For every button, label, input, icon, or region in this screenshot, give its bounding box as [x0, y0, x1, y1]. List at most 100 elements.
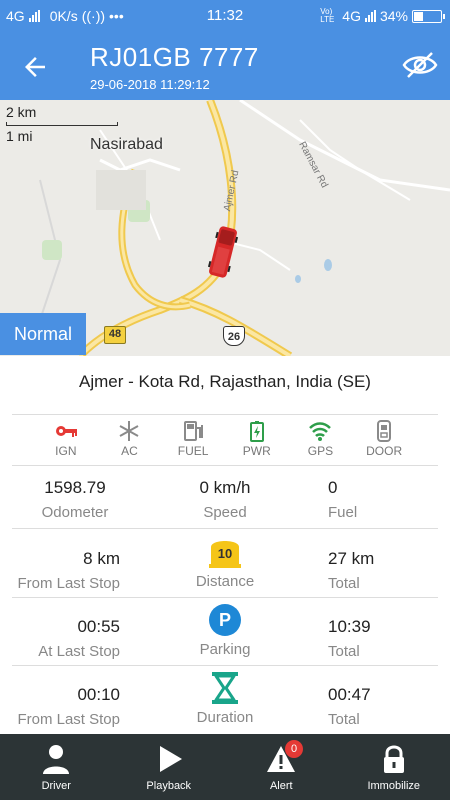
status-bar: 4G 0K/s ((·)) ••• 11:32 Vo) LTE 4G 34%	[0, 0, 450, 32]
metrics-row-1: 1598.79 Odometer 0 km/h Speed 0 Fuel	[0, 478, 450, 542]
metrics-row-3: 00:55 At Last Stop P Parking 10:39 Total	[0, 603, 450, 667]
status-door-label: DOOR	[366, 444, 403, 458]
parking-cell: P Parking	[150, 603, 300, 658]
metrics-row-4: 00:10 From Last Stop Duration 00:47 Tota…	[0, 671, 450, 735]
app-bar: RJ01GB 7777 29-06-2018 11:29:12	[0, 32, 450, 100]
status-icons-row: IGN AC FUEL PWR GPS DOOR	[0, 420, 450, 464]
speed-cell: 0 km/h Speed	[150, 478, 300, 521]
duration-from-last-stop-value: 00:10	[77, 685, 120, 704]
distance-icon-slot: 10	[150, 535, 300, 569]
lock-icon	[383, 745, 404, 773]
battery-icon	[412, 9, 445, 23]
alert-count-badge: 0	[285, 740, 303, 758]
status-gps: GPS	[296, 420, 344, 464]
duration-total-value: 00:47	[328, 685, 371, 704]
distance-label: Distance	[195, 573, 255, 590]
hourglass-icon	[212, 672, 238, 704]
vehicle-number: RJ01GB 7777	[90, 42, 259, 72]
odometer-cell: 1598.79 Odometer	[0, 478, 150, 521]
person-icon	[43, 745, 70, 774]
nav-immobilize[interactable]: Immobilize	[338, 734, 450, 800]
divider-5	[12, 665, 438, 666]
duration-cell: Duration	[150, 671, 300, 726]
place-label: Nasirabad	[90, 136, 163, 153]
parking-icon-slot: P	[150, 603, 300, 637]
snowflake-icon	[119, 421, 139, 441]
metrics-row-2: 8 km From Last Stop 10 Distance 27 km To…	[0, 535, 450, 599]
battery-charging-icon	[249, 421, 264, 442]
nav-alert[interactable]: 0 Alert	[225, 734, 338, 800]
signal-icon-2	[364, 10, 376, 22]
duration-from-last-stop-cell: 00:10 From Last Stop	[0, 685, 150, 728]
highway-shield-48-label: 48	[108, 328, 122, 340]
speed-value: 0 km/h	[199, 478, 251, 497]
distance-total-cell: 27 km Total	[300, 549, 450, 592]
distance-total-label: Total	[328, 575, 360, 592]
parking-total-label: Total	[328, 643, 360, 660]
map-mode-button[interactable]: Normal	[0, 313, 86, 355]
scale-mi: 1 mi	[6, 128, 33, 144]
bottom-navigation: Driver Playback 0 Alert Immobilize	[0, 734, 450, 800]
nav-alert-label: Alert	[269, 780, 293, 792]
map-view[interactable]: 2 km 1 mi Nasirabad Ajmer Rd Ramsar Rd 4…	[0, 100, 450, 356]
status-fuel: FUEL	[169, 420, 217, 464]
divider-4	[12, 597, 438, 598]
highway-shield-26-label: 26	[227, 331, 241, 343]
odometer-10-icon: 10	[209, 541, 241, 568]
play-icon	[159, 746, 182, 772]
odometer-value: 1598.79	[44, 478, 106, 497]
status-door: DOOR	[360, 420, 408, 464]
fuel-value: 0	[328, 478, 338, 497]
vehicle-marker-icon[interactable]	[206, 224, 240, 280]
distance-from-last-stop-value: 8 km	[83, 549, 120, 568]
scale-bar	[6, 122, 118, 126]
status-ac: AC	[105, 420, 153, 464]
distance-icon-text: 10	[218, 546, 232, 561]
distance-total-value: 27 km	[328, 549, 375, 568]
distance-from-last-stop-cell: 8 km From Last Stop	[0, 549, 150, 592]
parking-at-last-stop-label: At Last Stop	[38, 643, 120, 660]
duration-from-last-stop-label: From Last Stop	[17, 711, 120, 728]
nav-playback-label: Playback	[146, 780, 192, 792]
battery-percent: 34%	[379, 8, 408, 24]
car-door-icon	[377, 420, 392, 442]
volte-icon: Vo) LTE	[320, 7, 335, 24]
distance-cell: 10 Distance	[150, 535, 300, 590]
status-ac-label: AC	[121, 444, 138, 458]
status-right: Vo) LTE 4G 34%	[320, 7, 445, 24]
duration-total-label: Total	[328, 711, 360, 728]
parking-icon: P	[209, 604, 241, 636]
divider-3	[12, 528, 438, 529]
last-update-time: 29-06-2018 11:29:12	[90, 77, 210, 92]
nav-driver-label: Driver	[41, 780, 71, 792]
parking-total-cell: 10:39 Total	[300, 617, 450, 660]
fuel-cell: 0 Fuel	[300, 478, 450, 521]
back-arrow-icon[interactable]	[20, 52, 50, 82]
network-type-right: 4G	[342, 8, 361, 24]
status-power: PWR	[233, 420, 281, 464]
battery-fill	[414, 11, 423, 21]
odometer-label: Odometer	[41, 504, 109, 521]
eye-off-icon[interactable]	[402, 50, 438, 80]
divider-1	[12, 414, 438, 415]
scale-km: 2 km	[6, 104, 37, 120]
distance-from-last-stop-label: From Last Stop	[17, 575, 120, 592]
location-address: Ajmer - Kota Rd, Rajasthan, India (SE)	[79, 372, 371, 391]
parking-at-last-stop-cell: 00:55 At Last Stop	[0, 617, 150, 660]
parking-icon-text: P	[219, 610, 231, 630]
nav-playback[interactable]: Playback	[113, 734, 226, 800]
speed-label: Speed	[203, 504, 247, 521]
fuel-pump-icon	[184, 421, 204, 441]
status-gps-label: GPS	[307, 444, 334, 458]
nav-driver[interactable]: Driver	[0, 734, 113, 800]
status-ignition: IGN	[42, 420, 90, 464]
wifi-signal-icon	[309, 422, 332, 441]
status-power-label: PWR	[242, 444, 271, 458]
parking-at-last-stop-value: 00:55	[77, 617, 120, 636]
key-icon	[55, 426, 77, 437]
status-fuel-label: FUEL	[177, 444, 209, 458]
duration-total-cell: 00:47 Total	[300, 685, 450, 728]
nav-immobilize-label: Immobilize	[367, 780, 421, 792]
fuel-label: Fuel	[328, 504, 358, 521]
duration-icon-slot	[150, 671, 300, 705]
